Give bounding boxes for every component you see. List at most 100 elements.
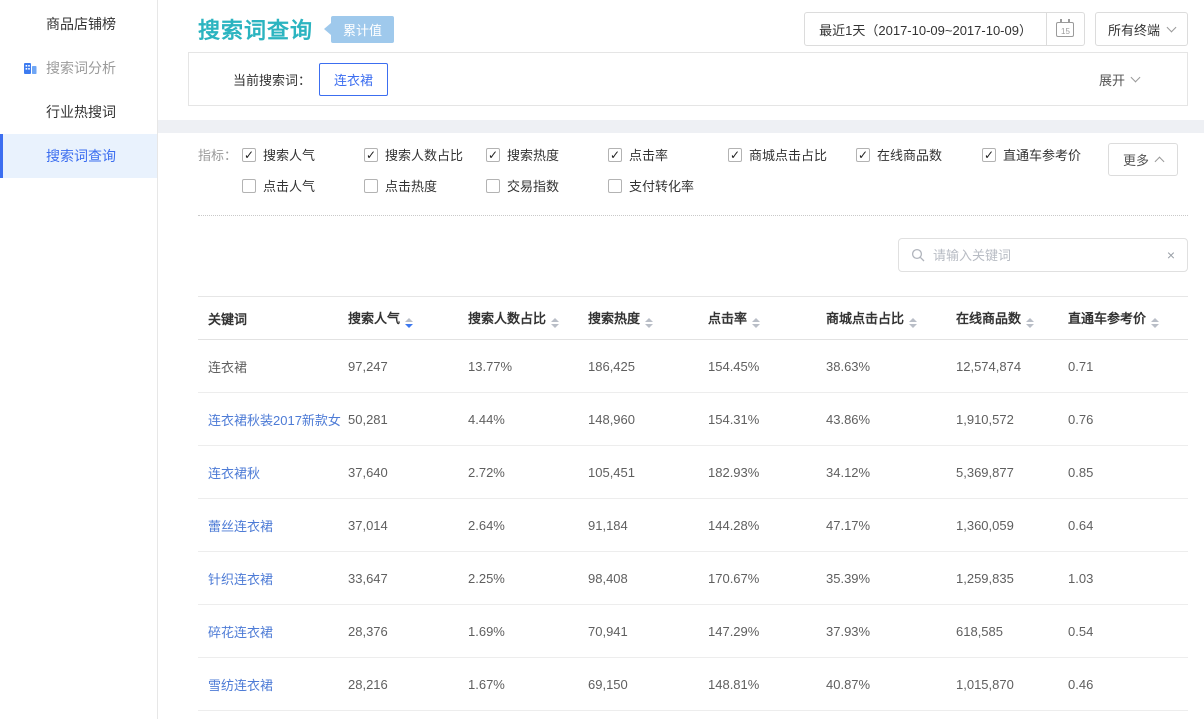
sidebar-item-3[interactable]: 行业热搜词 [0, 90, 157, 134]
metric-row2-3[interactable]: 交易指数 [486, 176, 608, 195]
keywords-table: 关键词 搜索人气搜索人数占比 搜索热度点击率商城点击占比在线商品数 直通车参考价 连衣… [198, 296, 1188, 711]
calendar-button[interactable]: 15 [1046, 13, 1084, 45]
value-cell: 28,216 [338, 658, 458, 711]
current-term-chip[interactable]: 连衣裙 [319, 63, 388, 96]
checkbox-unchecked-icon[interactable] [608, 179, 622, 193]
keyword-link[interactable]: 针织连衣裙 [198, 552, 338, 605]
metric-label: 直通车参考价 [1003, 145, 1081, 164]
keyword-search-input[interactable] [933, 248, 1159, 263]
value-cell: 4.44% [458, 393, 578, 446]
sort-arrows-icon[interactable] [909, 318, 917, 328]
date-range-label: 最近1天（2017-10-09~2017-10-09） [805, 13, 1046, 45]
sort-arrows-icon[interactable] [1151, 318, 1159, 328]
sidebar-item-label: 搜索词分析 [46, 58, 116, 78]
checkbox-checked-icon[interactable]: ✓ [486, 148, 500, 162]
value-cell: 148,960 [578, 393, 698, 446]
value-cell: 35.39% [816, 552, 946, 605]
keyword-link[interactable]: 雪纺连衣裙 [198, 658, 338, 711]
sort-arrows-icon[interactable] [405, 318, 413, 328]
chevron-down-icon [1167, 23, 1177, 33]
search-analysis-icon [22, 60, 38, 76]
column-label: 关键词 [208, 312, 247, 327]
value-cell: 2.72% [458, 446, 578, 499]
main-area: 搜索词查询 累计值 最近1天（2017-10-09~2017-10-09） 15… [158, 0, 1204, 719]
checkbox-checked-icon[interactable]: ✓ [364, 148, 378, 162]
keyword-link[interactable]: 连衣裙秋 [198, 446, 338, 499]
metric-label: 搜索人气 [263, 145, 315, 164]
column-header-3[interactable]: 搜索人数占比 [458, 297, 578, 340]
table-header: 关键词 搜索人气搜索人数占比 搜索热度点击率商城点击占比在线商品数 直通车参考价 [198, 297, 1188, 340]
column-header-1: 关键词 [198, 297, 338, 340]
column-label: 搜索人数占比 [468, 311, 546, 326]
metrics-row-2: 点击人气点击热度交易指数 支付转化率 [198, 172, 1188, 199]
metrics-selector: 指标： ✓搜索人气✓搜索人数占比✓搜索热度✓点击率✓商城点击占比✓在线商品数✓直… [198, 141, 1188, 199]
column-header-5[interactable]: 点击率 [698, 297, 816, 340]
date-range-picker[interactable]: 最近1天（2017-10-09~2017-10-09） 15 [804, 12, 1085, 46]
metric-row1-3[interactable]: ✓ 搜索热度 [486, 145, 608, 164]
checkbox-checked-icon[interactable]: ✓ [856, 148, 870, 162]
value-cell: 12,574,874 [946, 340, 1058, 393]
checkbox-checked-icon[interactable]: ✓ [728, 148, 742, 162]
metric-row1-5[interactable]: ✓ 商城点击占比 [728, 145, 856, 164]
keyword-link[interactable]: 碎花连衣裙 [198, 605, 338, 658]
calendar-icon: 15 [1056, 22, 1074, 37]
metric-row2-1[interactable]: 点击人气 [242, 176, 364, 195]
metric-row1-1[interactable]: ✓ 搜索人气 [242, 145, 364, 164]
metrics-label: 指标： [198, 145, 242, 164]
more-metrics-button[interactable]: 更多 [1108, 143, 1178, 176]
current-term-group: 当前搜索词： 连衣裙 [233, 63, 388, 96]
value-cell: 618,585 [946, 605, 1058, 658]
metric-label: 商城点击占比 [749, 145, 827, 164]
value-cell: 1.03 [1058, 552, 1188, 605]
checkbox-unchecked-icon[interactable] [486, 179, 500, 193]
current-term-label: 当前搜索词： [233, 70, 311, 89]
keyword-search-box: × [898, 238, 1188, 272]
column-label: 直通车参考价 [1068, 311, 1146, 326]
clear-input-icon[interactable]: × [1167, 247, 1175, 263]
column-label: 在线商品数 [956, 311, 1021, 326]
table-row: 蕾丝连衣裙37,0142.64%91,184144.28%47.17%1,360… [198, 499, 1188, 552]
sidebar-item-1[interactable]: 商品店铺榜 [0, 2, 157, 46]
value-cell: 0.46 [1058, 658, 1188, 711]
column-header-4[interactable]: 搜索热度 [578, 297, 698, 340]
column-header-8[interactable]: 直通车参考价 [1058, 297, 1188, 340]
value-cell: 50,281 [338, 393, 458, 446]
column-header-6[interactable]: 商城点击占比 [816, 297, 946, 340]
sort-arrows-icon[interactable] [645, 318, 653, 328]
sidebar-item-4[interactable]: 搜索词查询 [0, 134, 157, 178]
column-header-2[interactable]: 搜索人气 [338, 297, 458, 340]
page-header-section: 搜索词查询 累计值 最近1天（2017-10-09~2017-10-09） 15… [158, 0, 1204, 120]
column-header-7[interactable]: 在线商品数 [946, 297, 1058, 340]
metric-row2-4[interactable]: 支付转化率 [608, 176, 728, 195]
value-cell: 91,184 [578, 499, 698, 552]
sidebar-item-2[interactable]: 搜索词分析 [0, 46, 157, 90]
metric-row2-2[interactable]: 点击热度 [364, 176, 486, 195]
terminal-select[interactable]: 所有终端 [1095, 12, 1188, 46]
metric-row1-4[interactable]: ✓点击率 [608, 145, 728, 164]
sort-arrows-icon[interactable] [1026, 318, 1034, 328]
metric-row1-6[interactable]: ✓在线商品数 [856, 145, 982, 164]
value-cell: 34.12% [816, 446, 946, 499]
value-cell: 186,425 [578, 340, 698, 393]
value-cell: 47.17% [816, 499, 946, 552]
value-cell: 69,150 [578, 658, 698, 711]
value-cell: 37,014 [338, 499, 458, 552]
keyword-link[interactable]: 连衣裙秋装2017新款女 [198, 393, 338, 446]
table-row: 雪纺连衣裙28,2161.67%69,150148.81%40.87%1,015… [198, 658, 1188, 711]
sidebar-item-label: 搜索词查询 [46, 146, 116, 166]
sort-arrows-icon[interactable] [752, 318, 760, 328]
checkbox-unchecked-icon[interactable] [242, 179, 256, 193]
metric-label: 搜索热度 [507, 145, 559, 164]
content-section: 指标： ✓搜索人气✓搜索人数占比✓搜索热度✓点击率✓商城点击占比✓在线商品数✓直… [158, 133, 1204, 719]
expand-toggle[interactable]: 展开 [1099, 70, 1139, 89]
value-cell: 0.71 [1058, 340, 1188, 393]
checkbox-unchecked-icon[interactable] [364, 179, 378, 193]
expand-label: 展开 [1099, 70, 1125, 89]
checkbox-checked-icon[interactable]: ✓ [608, 148, 622, 162]
checkbox-checked-icon[interactable]: ✓ [242, 148, 256, 162]
metric-label: 支付转化率 [629, 176, 694, 195]
checkbox-checked-icon[interactable]: ✓ [982, 148, 996, 162]
metric-row1-2[interactable]: ✓搜索人数占比 [364, 145, 486, 164]
sort-arrows-icon[interactable] [551, 318, 559, 328]
keyword-link[interactable]: 蕾丝连衣裙 [198, 499, 338, 552]
